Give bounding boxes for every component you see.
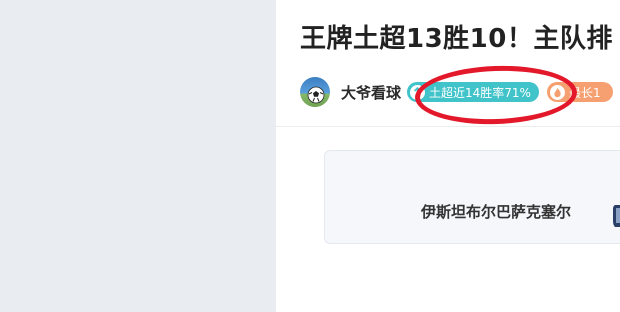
- author-row: 大爷看球 土超近14胜率71% 最长1: [300, 76, 613, 108]
- arrow-up-icon: [410, 84, 426, 100]
- author-name[interactable]: 大爷看球: [341, 82, 401, 103]
- article-panel: 王牌土超13胜10！主队排 大爷看球 土超近14胜率71% 最长1 伊斯坦布尔巴…: [276, 0, 620, 312]
- win-rate-badge[interactable]: 土超近14胜率71%: [407, 82, 539, 102]
- streak-badge-label: 最长1: [568, 85, 601, 100]
- match-card[interactable]: 伊斯坦布尔巴萨克塞尔: [324, 150, 620, 244]
- author-avatar[interactable]: [300, 77, 330, 107]
- streak-badge[interactable]: 最长1: [546, 82, 613, 102]
- soccer-ball-avatar-icon: [307, 86, 325, 104]
- header-divider: [276, 126, 620, 127]
- home-team-name: 伊斯坦布尔巴萨克塞尔: [421, 203, 572, 221]
- left-panel: [0, 0, 276, 312]
- club-crest-icon: [613, 205, 620, 227]
- win-rate-badge-label: 土超近14胜率71%: [429, 85, 531, 100]
- article-title: 王牌土超13胜10！主队排: [300, 24, 613, 54]
- flame-icon: [549, 84, 565, 100]
